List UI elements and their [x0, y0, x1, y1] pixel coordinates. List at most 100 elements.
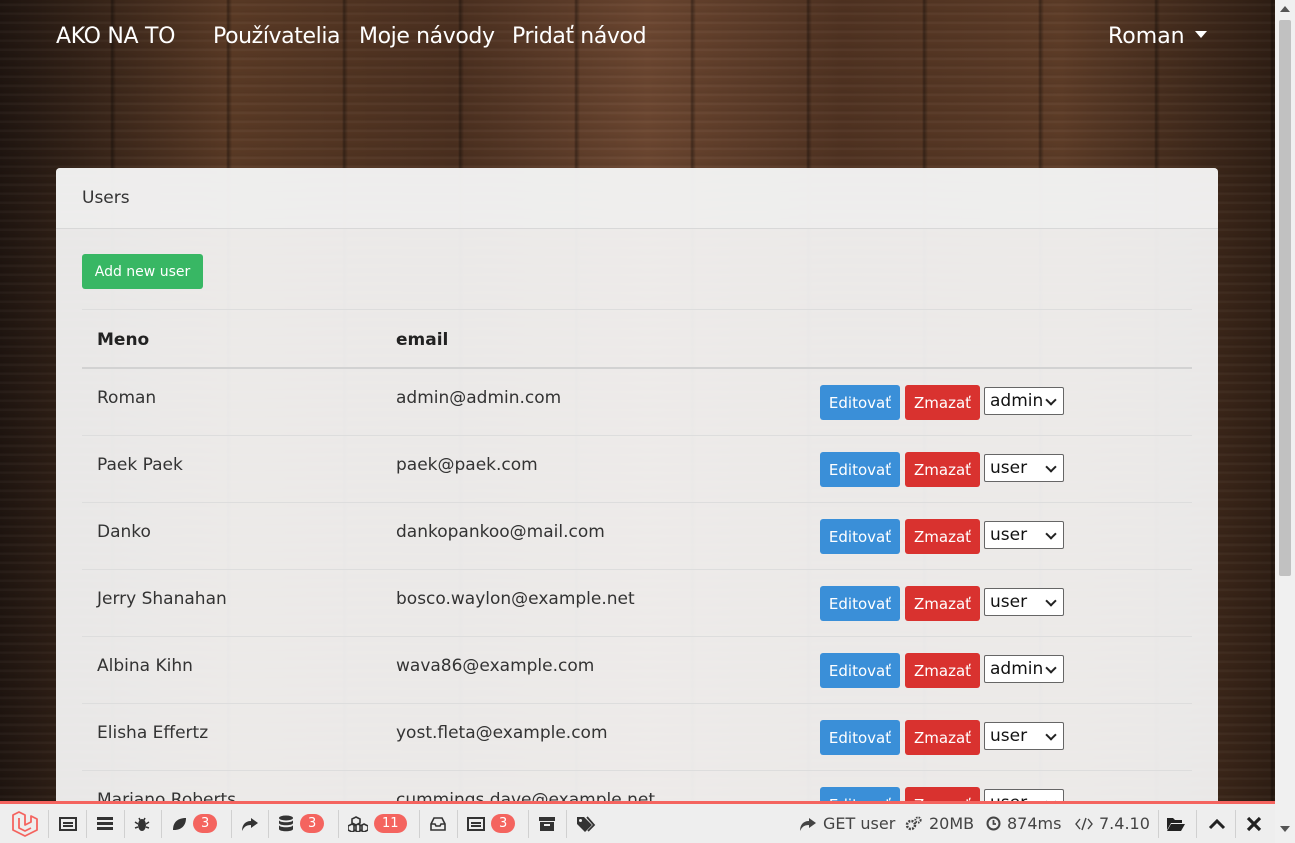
users-card: Users Add new user Meno email Roman admi… [56, 168, 1218, 843]
share-icon [242, 817, 258, 831]
database-icon [279, 815, 293, 831]
delete-button[interactable]: Zmazať [905, 385, 980, 420]
code-icon [1075, 817, 1093, 830]
edit-button[interactable]: Editovať [820, 452, 900, 487]
user-email-cell: wava86@example.com [396, 656, 595, 676]
share-icon [800, 817, 816, 831]
leaf-icon [173, 817, 186, 830]
memory-text: 20MB [929, 814, 975, 833]
chevron-down-icon [1045, 729, 1057, 741]
role-select[interactable]: admin [984, 655, 1064, 683]
views-item[interactable]: 3 [171, 804, 218, 843]
messages-icon[interactable] [59, 804, 77, 843]
user-name-cell: Paek Paek [97, 455, 183, 475]
role-select[interactable]: user [984, 454, 1064, 482]
edit-button[interactable]: Editovať [820, 586, 900, 621]
chevron-down-icon [1045, 662, 1057, 674]
user-name-cell: Roman [97, 388, 157, 408]
queries-item[interactable]: 3 [278, 804, 325, 843]
delete-button[interactable]: Zmazať [905, 720, 980, 755]
request-item[interactable]: GET user [799, 804, 895, 843]
table-row: Roman admin@admin.com Editovať Zmazať ad… [82, 369, 1192, 436]
edit-button[interactable]: Editovať [820, 385, 900, 420]
tags-icon[interactable] [576, 804, 596, 843]
navbar: AKO NA TO Používatelia Moje návody Prida… [0, 0, 1275, 76]
memory-item[interactable]: 20MB [905, 804, 974, 843]
table-header: Meno email [82, 309, 1192, 369]
delete-button[interactable]: Zmazať [905, 653, 980, 688]
delete-button[interactable]: Zmazať [905, 586, 980, 621]
add-user-button[interactable]: Add new user [82, 254, 203, 289]
column-header-name: Meno [97, 330, 150, 350]
brand-logo[interactable]: AKO NA TO [56, 24, 175, 49]
scroll-up-icon[interactable] [1280, 6, 1290, 12]
user-name-cell: Elisha Effertz [97, 723, 209, 743]
request-text: GET user [823, 814, 896, 833]
user-email-cell: dankopankoo@mail.com [396, 522, 605, 542]
list-alt-icon [467, 816, 485, 831]
time-item[interactable]: 874ms [986, 804, 1061, 843]
caret-down-icon [1194, 31, 1207, 38]
route-item[interactable] [241, 804, 259, 843]
column-header-email: email [396, 330, 449, 350]
archive-icon[interactable] [538, 804, 556, 843]
scrollbar-thumb[interactable] [1279, 20, 1291, 576]
user-name-cell: Jerry Shanahan [97, 589, 227, 609]
queries-badge: 3 [300, 814, 325, 833]
php-version-item[interactable]: 7.4.10 [1075, 804, 1150, 843]
laravel-logo-icon[interactable] [10, 804, 38, 843]
table-row: Danko dankopankoo@mail.com Editovať Zmaz… [82, 503, 1192, 570]
bug-icon[interactable] [134, 804, 150, 843]
timeline-icon[interactable] [96, 804, 114, 843]
time-text: 874ms [1007, 814, 1062, 833]
card-header: Users [56, 168, 1218, 229]
role-value: user [990, 525, 1028, 545]
chevron-down-icon [1045, 394, 1057, 406]
user-email-cell: admin@admin.com [396, 388, 562, 408]
user-email-cell: yost.fleta@example.com [396, 723, 608, 743]
role-select[interactable]: user [984, 521, 1064, 549]
open-folder-icon[interactable] [1166, 804, 1186, 843]
users-table: Meno email Roman admin@admin.com Editova… [82, 309, 1192, 838]
table-row: Jerry Shanahan bosco.waylon@example.net … [82, 570, 1192, 637]
php-version-text: 7.4.10 [1099, 814, 1150, 833]
table-row: Albina Kihn wava86@example.com Editovať … [82, 637, 1192, 704]
chevron-down-icon [1045, 528, 1057, 540]
mail-item[interactable] [430, 804, 446, 843]
role-value: user [990, 592, 1028, 612]
debug-bar: 3 3 11 3 GET user 20MB 874ms 7.4.10 [0, 801, 1275, 843]
models-badge: 11 [374, 814, 407, 833]
nav-link-my-guides[interactable]: Moje návody [359, 24, 495, 49]
gate-item[interactable]: 3 [467, 804, 516, 843]
edit-button[interactable]: Editovať [820, 720, 900, 755]
role-select[interactable]: admin [984, 387, 1064, 415]
nav-link-add-guide[interactable]: Pridať návod [512, 24, 647, 49]
clock-icon [986, 816, 1001, 831]
edit-button[interactable]: Editovať [820, 519, 900, 554]
role-value: admin [990, 659, 1044, 679]
views-badge: 3 [193, 814, 218, 833]
user-name-cell: Danko [97, 522, 151, 542]
scroll-down-icon[interactable] [1280, 826, 1290, 832]
page-scrollbar[interactable] [1275, 0, 1295, 843]
role-select[interactable]: user [984, 588, 1064, 616]
user-email-cell: paek@paek.com [396, 455, 538, 475]
table-row: Paek Paek paek@paek.com Editovať Zmazať … [82, 436, 1192, 503]
cogs-icon [905, 815, 922, 830]
chevron-down-icon [1045, 595, 1057, 607]
edit-button[interactable]: Editovať [820, 653, 900, 688]
models-item[interactable]: 11 [348, 804, 407, 843]
nav-link-users[interactable]: Používatelia [213, 24, 341, 49]
cubes-icon [348, 815, 368, 832]
user-name-cell: Albina Kihn [97, 656, 193, 676]
gate-badge: 3 [491, 814, 516, 833]
delete-button[interactable]: Zmazať [905, 452, 980, 487]
chevron-up-icon[interactable] [1208, 804, 1226, 843]
role-select[interactable]: user [984, 722, 1064, 750]
user-name: Roman [1108, 24, 1185, 49]
role-value: user [990, 458, 1028, 478]
close-icon[interactable] [1246, 804, 1262, 843]
user-dropdown[interactable]: Roman [1108, 24, 1207, 49]
delete-button[interactable]: Zmazať [905, 519, 980, 554]
inbox-icon [430, 816, 446, 831]
